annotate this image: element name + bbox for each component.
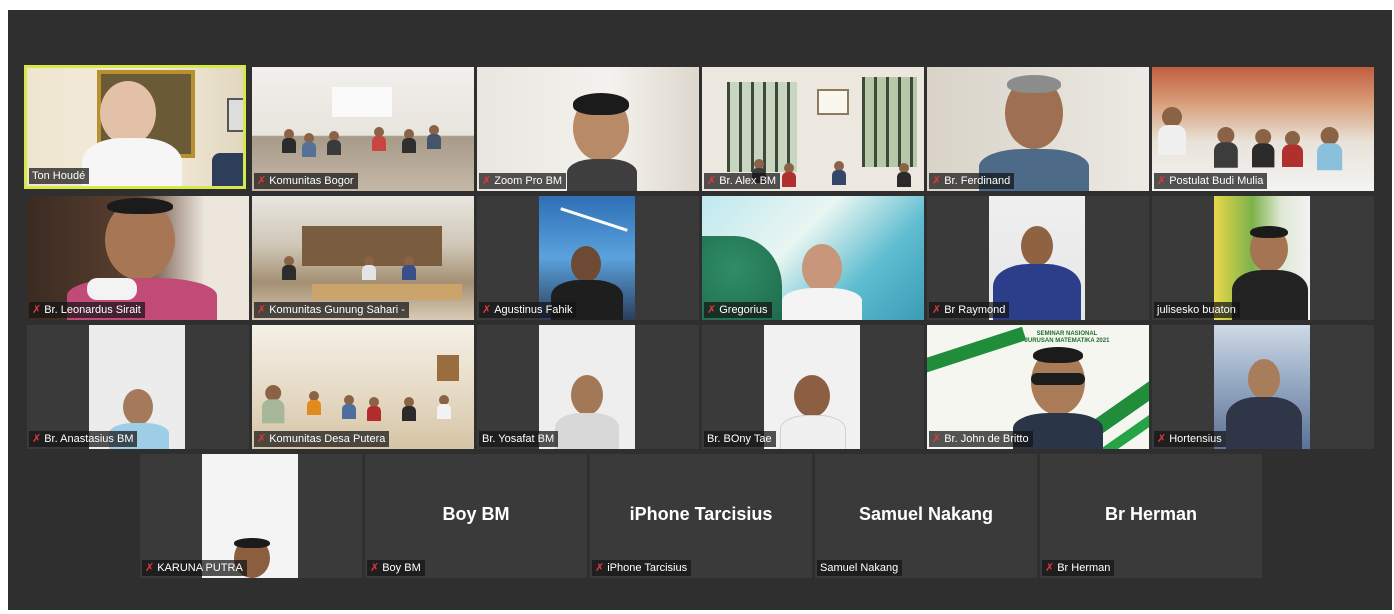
- participant-name-label: Ton Houdé: [29, 168, 90, 184]
- mic-muted-icon: ✗: [257, 304, 267, 316]
- participant-display-name: iPhone Tarcisius: [629, 504, 773, 524]
- mic-muted-icon: ✗: [32, 433, 42, 445]
- video-tile-agustinus-fahik[interactable]: ✗ Agustinus Fahik: [477, 196, 699, 320]
- mic-muted-icon: ✗: [1045, 562, 1055, 574]
- participant-name-label: ✗ Br. Leonardus Sirait: [29, 302, 145, 318]
- mic-muted-icon: ✗: [32, 304, 42, 316]
- video-tile-br-ferdinand[interactable]: ✗ Br. Ferdinand: [927, 67, 1149, 191]
- video-tile-komunitas-gunung-sahari[interactable]: ✗ Komunitas Gunung Sahari -: [252, 196, 474, 320]
- participant-name-label: ✗ Br Herman: [1042, 560, 1115, 576]
- participant-name-label: ✗ Komunitas Desa Putera: [254, 431, 390, 447]
- participant-name-label: ✗ iPhone Tarcisius: [592, 560, 692, 576]
- mic-muted-icon: ✗: [932, 304, 942, 316]
- participant-display-name: Br Herman: [1104, 504, 1198, 524]
- video-tile-samuel-nakang[interactable]: Samuel Nakang Samuel Nakang: [815, 454, 1037, 578]
- mic-muted-icon: ✗: [707, 175, 717, 187]
- participant-name-label: ✗ Zoom Pro BM: [479, 173, 567, 189]
- participant-name-label: ✗ Postulat Budi Mulia: [1154, 173, 1268, 189]
- video-tile-br-herman[interactable]: Br Herman ✗ Br Herman: [1040, 454, 1262, 578]
- video-feed: [764, 325, 860, 449]
- participant-name-label: ✗ Br. Ferdinand: [929, 173, 1015, 189]
- participant-display-name: Boy BM: [442, 504, 510, 524]
- participant-name-label: ✗ Br Raymond: [929, 302, 1010, 318]
- video-tile-julisesko-buaton[interactable]: julisesko buaton: [1152, 196, 1374, 320]
- zoom-gallery-view: Ton Houdé ✗ Komunitas Bogor ✗ Zoom Pro BM …: [8, 10, 1392, 610]
- participant-figure: [782, 242, 862, 320]
- video-tile-komunitas-desa-putera[interactable]: ✗ Komunitas Desa Putera: [252, 325, 474, 449]
- participant-name-label: julisesko buaton: [1154, 302, 1240, 318]
- mic-muted-icon: ✗: [1157, 175, 1167, 187]
- participant-figure: [567, 91, 637, 191]
- video-tile-br-john-de-britto[interactable]: SEMINAR NASIONAL JURUSAN MATEMATIKA 2021…: [927, 325, 1149, 449]
- video-tile-br-leonardus-sirait[interactable]: ✗ Br. Leonardus Sirait: [27, 196, 249, 320]
- participant-name-label: ✗ Br. Anastasius BM: [29, 431, 138, 447]
- participant-name-label: ✗ Boy BM: [367, 560, 425, 576]
- mic-muted-icon: ✗: [707, 304, 717, 316]
- video-tile-boy-bm[interactable]: Boy BM ✗ Boy BM: [365, 454, 587, 578]
- mic-muted-icon: ✗: [257, 175, 267, 187]
- mic-muted-icon: ✗: [932, 433, 942, 445]
- participant-name-label: ✗ Br. Alex BM: [704, 173, 781, 189]
- participant-name-label: ✗ Komunitas Bogor: [254, 173, 358, 189]
- participant-figure: [82, 76, 182, 186]
- video-tile-br-anastasius-bm[interactable]: ✗ Br. Anastasius BM: [27, 325, 249, 449]
- participant-name-label: ✗ Hortensius: [1154, 431, 1226, 447]
- participant-display-name: Samuel Nakang: [858, 504, 994, 524]
- video-tile-karuna-putra[interactable]: ✗ KARUNA PUTRA: [140, 454, 362, 578]
- video-tile-br-bony-tae[interactable]: Br. BOny Tae: [702, 325, 924, 449]
- video-tile-iphone-tarcisius[interactable]: iPhone Tarcisius ✗ iPhone Tarcisius: [590, 454, 812, 578]
- participant-name-label: ✗ KARUNA PUTRA: [142, 560, 247, 576]
- seminar-banner: SEMINAR NASIONAL JURUSAN MATEMATIKA 2021: [1024, 331, 1110, 344]
- mic-muted-icon: ✗: [932, 175, 942, 187]
- video-tile-br-yosafat-bm[interactable]: Br. Yosafat BM: [477, 325, 699, 449]
- participant-name-label: Samuel Nakang: [817, 560, 903, 576]
- video-tile-zoom-pro-bm[interactable]: ✗ Zoom Pro BM: [477, 67, 699, 191]
- participant-name-label: ✗ Br. John de Britto: [929, 431, 1033, 447]
- participant-name-label: Br. Yosafat BM: [479, 431, 559, 447]
- mic-muted-icon: ✗: [482, 175, 492, 187]
- mic-muted-icon: ✗: [145, 562, 155, 574]
- mic-muted-icon: ✗: [482, 304, 492, 316]
- video-tile-br-raymond[interactable]: ✗ Br Raymond: [927, 196, 1149, 320]
- video-feed: [1214, 325, 1310, 449]
- mic-muted-icon: ✗: [370, 562, 380, 574]
- mic-muted-icon: ✗: [257, 433, 267, 445]
- video-tile-ton-houde[interactable]: Ton Houdé: [24, 65, 246, 189]
- mic-muted-icon: ✗: [595, 562, 605, 574]
- video-tile-gregorius[interactable]: ✗ Gregorius: [702, 196, 924, 320]
- mic-muted-icon: ✗: [1157, 433, 1167, 445]
- participant-name-label: ✗ Gregorius: [704, 302, 772, 318]
- participant-name-label: Br. BOny Tae: [704, 431, 776, 447]
- video-tile-br-alex-bm[interactable]: ✗ Br. Alex BM: [702, 67, 924, 191]
- participant-name-label: ✗ Agustinus Fahik: [479, 302, 577, 318]
- video-tile-hortensius[interactable]: ✗ Hortensius: [1152, 325, 1374, 449]
- video-tile-komunitas-bogor[interactable]: ✗ Komunitas Bogor: [252, 67, 474, 191]
- participant-name-label: ✗ Komunitas Gunung Sahari -: [254, 302, 409, 318]
- video-tile-postulat-budi-mulia[interactable]: ✗ Postulat Budi Mulia: [1152, 67, 1374, 191]
